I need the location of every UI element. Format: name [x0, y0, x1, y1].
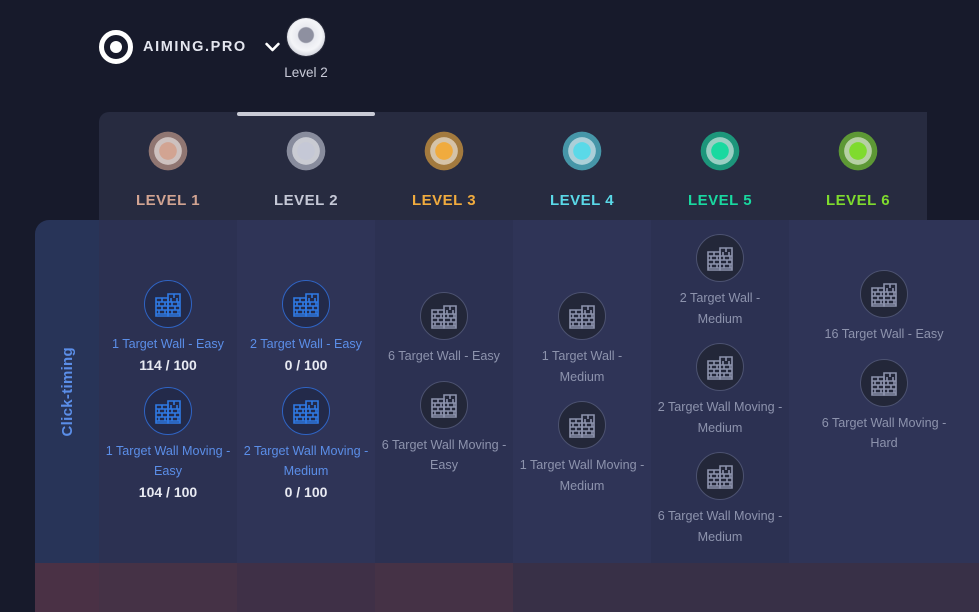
category-cells-next: [99, 563, 979, 612]
column-level-3: 6 Target Wall - Easy 6 Target Wall Moving…: [375, 220, 513, 563]
top-bar: AIMING.PRO Level 2: [0, 0, 979, 108]
challenge-item[interactable]: 2 Target Wall - Easy 0 / 100: [237, 280, 375, 375]
cell-next-3[interactable]: [375, 563, 513, 612]
column-level-1: 1 Target Wall - Easy 114 / 100 1 Target Wa…: [99, 220, 237, 563]
brick-wall-icon: [282, 280, 330, 328]
rank-medal-bronze-icon: [147, 130, 189, 172]
brick-wall-icon: [696, 452, 744, 500]
brick-wall-icon: [558, 401, 606, 449]
cell-next-1[interactable]: [99, 563, 237, 612]
category-row-click-timing: Click-timing 1 Target Wall - Easy 114 / 1…: [35, 220, 979, 563]
tab-level-2[interactable]: LEVEL 2: [237, 112, 375, 220]
category-label-next: [35, 563, 99, 612]
challenge-item[interactable]: 2 Target Wall Moving - Medium 0 / 100: [237, 386, 375, 502]
category-label-click-timing: Click-timing: [35, 220, 99, 563]
rank-medal-silver-icon: [285, 130, 327, 172]
tab-label: LEVEL 4: [549, 192, 615, 209]
challenge-item[interactable]: 16 Target Wall - Easy: [815, 270, 953, 345]
rank-medal-cyan-icon: [561, 130, 603, 172]
column-level-4: 1 Target Wall - Medium 1 Target Wall Movi…: [513, 220, 651, 563]
challenge-name: 2 Target Wall - Medium: [679, 291, 761, 326]
challenge-name: 2 Target Wall Moving - Medium: [243, 443, 369, 479]
column-level-6: 16 Target Wall - Easy 6 Target Wall Movin…: [789, 220, 979, 563]
challenge-name: 1 Target Wall - Medium: [541, 349, 623, 384]
chevron-down-icon[interactable]: [265, 42, 280, 52]
challenge-item[interactable]: 1 Target Wall - Medium: [513, 292, 651, 387]
user-rank-label: Level 2: [284, 65, 328, 80]
challenge-item[interactable]: 2 Target Wall Moving - Medium: [651, 343, 789, 438]
column-level-5: 2 Target Wall - Medium 2 Target Wall Movi…: [651, 220, 789, 563]
user-rank-block[interactable]: Level 2: [279, 18, 333, 80]
cell-next-4[interactable]: [513, 563, 979, 612]
challenge-score: 114 / 100: [139, 356, 197, 373]
challenge-item[interactable]: 6 Target Wall Moving - Easy: [375, 380, 513, 476]
brick-wall-icon: [696, 234, 744, 282]
challenge-item[interactable]: 1 Target Wall Moving - Easy 104 / 100: [99, 386, 237, 502]
rank-medal-lime-icon: [837, 130, 879, 172]
challenge-item[interactable]: 6 Target Wall Moving - Hard: [815, 358, 953, 454]
challenge-name: 1 Target Wall Moving - Easy: [105, 443, 231, 479]
challenge-name: 1 Target Wall - Easy: [112, 337, 224, 351]
challenge-score: 0 / 100: [284, 356, 328, 373]
level-tabs: LEVEL 1 LEVEL 2 LEVEL 3 LEVEL 4 LEVEL 5 LEVEL…: [99, 112, 979, 220]
tab-label: LEVEL 1: [135, 192, 201, 209]
challenge-item[interactable]: 1 Target Wall - Easy 114 / 100: [99, 280, 237, 375]
challenge-item[interactable]: 2 Target Wall - Medium: [651, 234, 789, 329]
tab-label: LEVEL 5: [687, 192, 753, 209]
category-cells: 1 Target Wall - Easy 114 / 100 1 Target Wa…: [99, 220, 979, 563]
tab-level-4[interactable]: LEVEL 4: [513, 112, 651, 220]
cell-next-2[interactable]: [237, 563, 375, 612]
challenge-item[interactable]: 6 Target Wall Moving - Medium: [651, 452, 789, 547]
brick-wall-icon: [696, 343, 744, 391]
challenge-name: 1 Target Wall Moving - Medium: [519, 458, 645, 493]
challenge-score: 0 / 100: [284, 483, 328, 500]
brick-wall-icon: [558, 292, 606, 340]
challenge-name: 2 Target Wall Moving - Medium: [657, 400, 783, 435]
rank-medal-gold-icon: [423, 130, 465, 172]
tab-level-1[interactable]: LEVEL 1: [99, 112, 237, 220]
category-label-text: Click-timing: [58, 346, 76, 437]
brick-wall-icon: [860, 270, 908, 318]
brick-wall-icon: [144, 280, 192, 328]
challenge-score: 104 / 100: [138, 483, 198, 500]
tab-label: LEVEL 3: [411, 192, 477, 209]
rank-medal-level-2-icon: [287, 18, 325, 56]
tab-label: LEVEL 6: [825, 192, 891, 209]
challenge-name: 6 Target Wall Moving - Easy: [381, 437, 507, 473]
brick-wall-icon: [144, 386, 192, 435]
rank-medal-emerald-icon: [699, 130, 741, 172]
brick-wall-icon: [420, 380, 468, 429]
tab-level-3[interactable]: LEVEL 3: [375, 112, 513, 220]
brand-name: AIMING.PRO: [143, 39, 247, 55]
brick-wall-icon: [282, 386, 330, 435]
brick-wall-icon: [860, 358, 908, 407]
brick-wall-icon: [420, 292, 468, 340]
tab-level-5[interactable]: LEVEL 5: [651, 112, 789, 220]
column-level-2: 2 Target Wall - Easy 0 / 100 2 Target Wall…: [237, 220, 375, 563]
tab-level-6[interactable]: LEVEL 6: [789, 112, 927, 220]
challenge-name: 6 Target Wall Moving - Medium: [657, 509, 783, 544]
challenge-name: 2 Target Wall - Easy: [250, 337, 362, 351]
brand-menu[interactable]: AIMING.PRO: [99, 28, 280, 66]
tab-label: LEVEL 2: [273, 192, 339, 209]
app-root: AIMING.PRO Level 2 LEVEL 1 LEVEL 2 LEVEL 3…: [0, 0, 979, 612]
challenge-board: Click-timing 1 Target Wall - Easy 114 / 1…: [35, 220, 979, 612]
challenge-name: 6 Target Wall - Easy: [388, 349, 500, 363]
category-row-next: [35, 563, 979, 612]
aiming-pro-target-logo-icon: [99, 30, 133, 64]
challenge-item[interactable]: 6 Target Wall - Easy: [375, 292, 513, 367]
challenge-item[interactable]: 1 Target Wall Moving - Medium: [513, 401, 651, 496]
challenge-name: 16 Target Wall - Easy: [824, 327, 944, 341]
challenge-name: 6 Target Wall Moving - Hard: [821, 415, 947, 451]
